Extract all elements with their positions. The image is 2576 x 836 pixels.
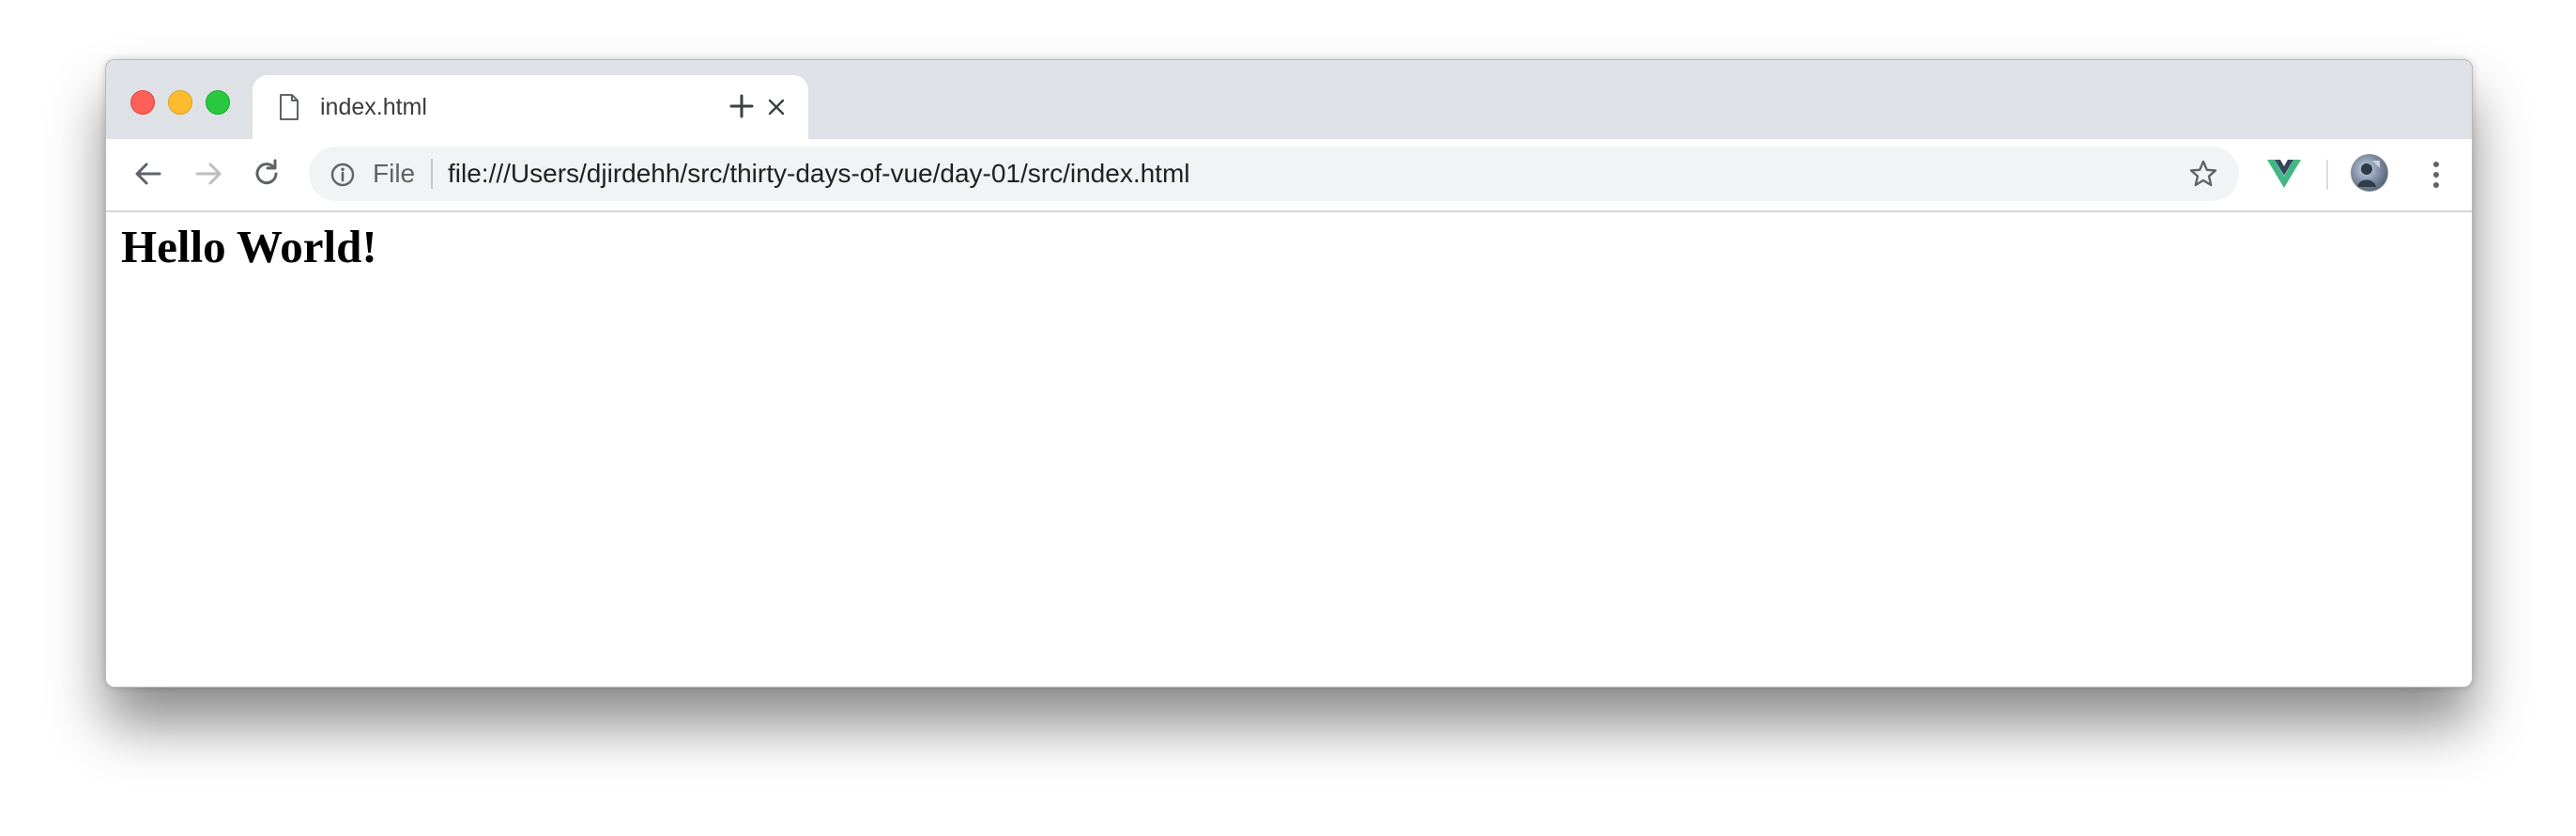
page-viewport: Hello World!	[106, 212, 2472, 687]
window-close-button[interactable]	[130, 90, 155, 115]
tab-strip: index.html	[106, 60, 2472, 139]
close-tab-icon[interactable]	[767, 98, 786, 121]
new-tab-icon[interactable]	[729, 94, 754, 123]
tab-title: index.html	[320, 94, 427, 120]
arrow-forward-icon[interactable]	[192, 158, 224, 194]
window-maximize-button[interactable]	[206, 90, 230, 115]
toolbar-separator	[2326, 160, 2328, 190]
file-icon	[279, 94, 299, 125]
info-icon[interactable]	[330, 162, 356, 193]
url-text[interactable]: file:///Users/djirdehh/src/thirty-days-o…	[448, 159, 1190, 189]
vue-devtools-icon[interactable]	[2267, 158, 2301, 193]
window-minimize-button[interactable]	[168, 90, 192, 115]
arrow-back-icon[interactable]	[132, 158, 164, 194]
url-scheme-label: File	[373, 159, 416, 188]
omnibox-separator	[431, 159, 433, 189]
page-heading: Hello World!	[121, 221, 377, 272]
browser-toolbar: File file:///Users/djirdehh/src/thirty-d…	[106, 139, 2472, 212]
tab-index-html[interactable]: index.html	[253, 75, 808, 139]
browser-window: index.html File file:///Users/djirdehh/s…	[105, 59, 2473, 688]
star-icon[interactable]	[2188, 159, 2218, 194]
address-bar[interactable]: File file:///Users/djirdehh/src/thirty-d…	[309, 147, 2239, 201]
reload-icon[interactable]	[251, 158, 283, 194]
more-vertical-icon[interactable]	[2430, 160, 2442, 194]
profile-avatar[interactable]	[2351, 154, 2388, 192]
